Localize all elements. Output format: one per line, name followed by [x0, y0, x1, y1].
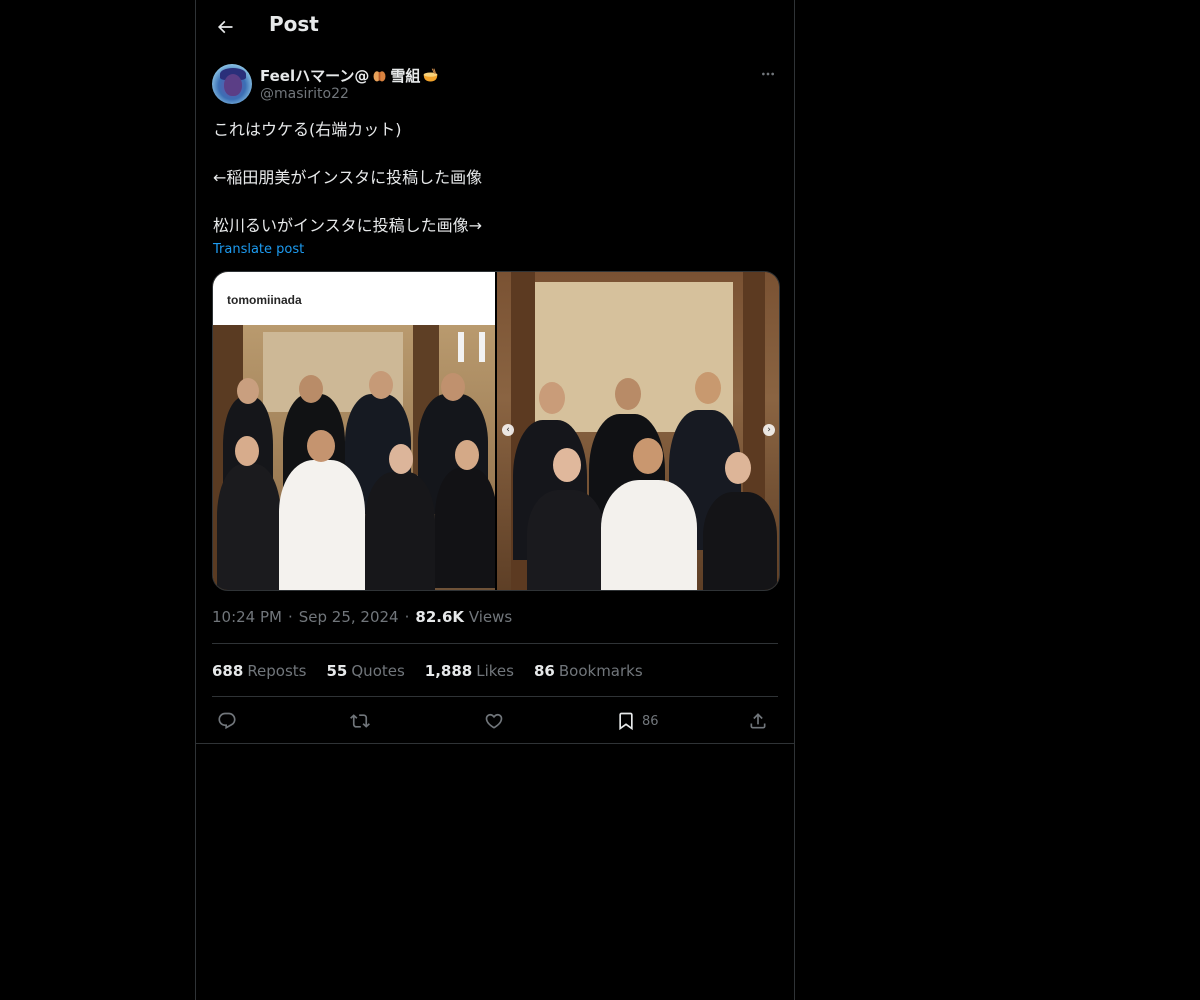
display-name[interactable]: Feelハマーン@ 雪組	[260, 64, 439, 86]
like-button[interactable]	[484, 709, 504, 733]
share-icon	[750, 713, 766, 729]
bookmark-button[interactable]: 86	[616, 709, 659, 733]
ramen-bowl-emoji	[424, 67, 438, 81]
quotes-label: Quotes	[351, 662, 405, 680]
more-options-button[interactable]	[758, 64, 778, 84]
more-dots-icon	[762, 72, 774, 76]
quotes-stat[interactable]: 55 Quotes	[327, 662, 405, 680]
divider	[212, 643, 778, 644]
prev-arrow-icon: ‹	[502, 424, 514, 436]
clapping-hands-emoji	[373, 70, 386, 81]
instagram-header: tomomiinada	[213, 272, 495, 325]
post-media[interactable]: tomomiinada ‹ ›	[212, 271, 780, 591]
quotes-count: 55	[326, 662, 348, 680]
post-time[interactable]: 10:24 PM	[212, 608, 282, 626]
heart-icon	[485, 713, 503, 729]
photo-left[interactable]: tomomiinada	[213, 272, 495, 590]
likes-label: Likes	[476, 662, 514, 680]
views-count: 82.6K	[415, 608, 465, 626]
reply-icon	[218, 712, 236, 730]
reposts-stat[interactable]: 688 Reposts	[212, 662, 307, 680]
likes-count: 1,888	[424, 662, 473, 680]
post-bottom-border	[196, 743, 794, 744]
views-label: Views	[468, 608, 513, 626]
action-bar: 86	[212, 706, 778, 736]
page-title: Post	[269, 12, 319, 36]
header: Post	[196, 0, 794, 53]
bookmark-icon	[619, 712, 633, 731]
bookmarks-label: Bookmarks	[558, 662, 643, 680]
engagement-stats: 688 Reposts 55 Quotes 1,888 Likes 86 Bookmar…	[212, 660, 643, 682]
meta-separator: ·	[287, 608, 293, 626]
back-button[interactable]	[208, 10, 242, 44]
instagram-username: tomomiinada	[227, 293, 302, 307]
post-column: Post Feelハマーン@ 雪組 @masirito22 これはウケる(右端カ…	[195, 0, 795, 1000]
arrow-left-icon	[217, 20, 233, 34]
repost-button[interactable]	[350, 709, 370, 733]
next-arrow-icon: ›	[763, 424, 775, 436]
display-name-suffix: 雪組	[390, 66, 421, 85]
user-handle[interactable]: @masirito22	[260, 86, 349, 102]
avatar[interactable]	[212, 64, 252, 104]
share-button[interactable]	[748, 709, 768, 733]
bookmarks-count: 86	[533, 662, 555, 680]
bookmark-count: 86	[642, 713, 659, 729]
divider	[212, 696, 778, 697]
photo-right[interactable]: ‹ ›	[497, 272, 779, 590]
likes-stat[interactable]: 1,888 Likes	[425, 662, 514, 680]
author-block: Feelハマーン@ 雪組 @masirito22	[212, 64, 778, 108]
translate-post-link[interactable]: Translate post	[213, 242, 304, 257]
bookmarks-stat[interactable]: 86 Bookmarks	[534, 662, 643, 680]
meta-separator: ·	[404, 608, 410, 626]
reposts-count: 688	[212, 662, 244, 680]
reposts-label: Reposts	[247, 662, 307, 680]
reply-button[interactable]	[217, 709, 237, 733]
display-name-text: Feelハマーン@	[260, 66, 370, 85]
repost-icon	[350, 714, 370, 728]
post-date[interactable]: Sep 25, 2024	[299, 608, 399, 626]
post-meta: 10:24 PM · Sep 25, 2024 · 82.6K Views	[212, 606, 512, 628]
post-text: これはウケる(右端カット) ←稲田朋美がインスタに投稿した画像 松川るいがインス…	[213, 120, 483, 235]
